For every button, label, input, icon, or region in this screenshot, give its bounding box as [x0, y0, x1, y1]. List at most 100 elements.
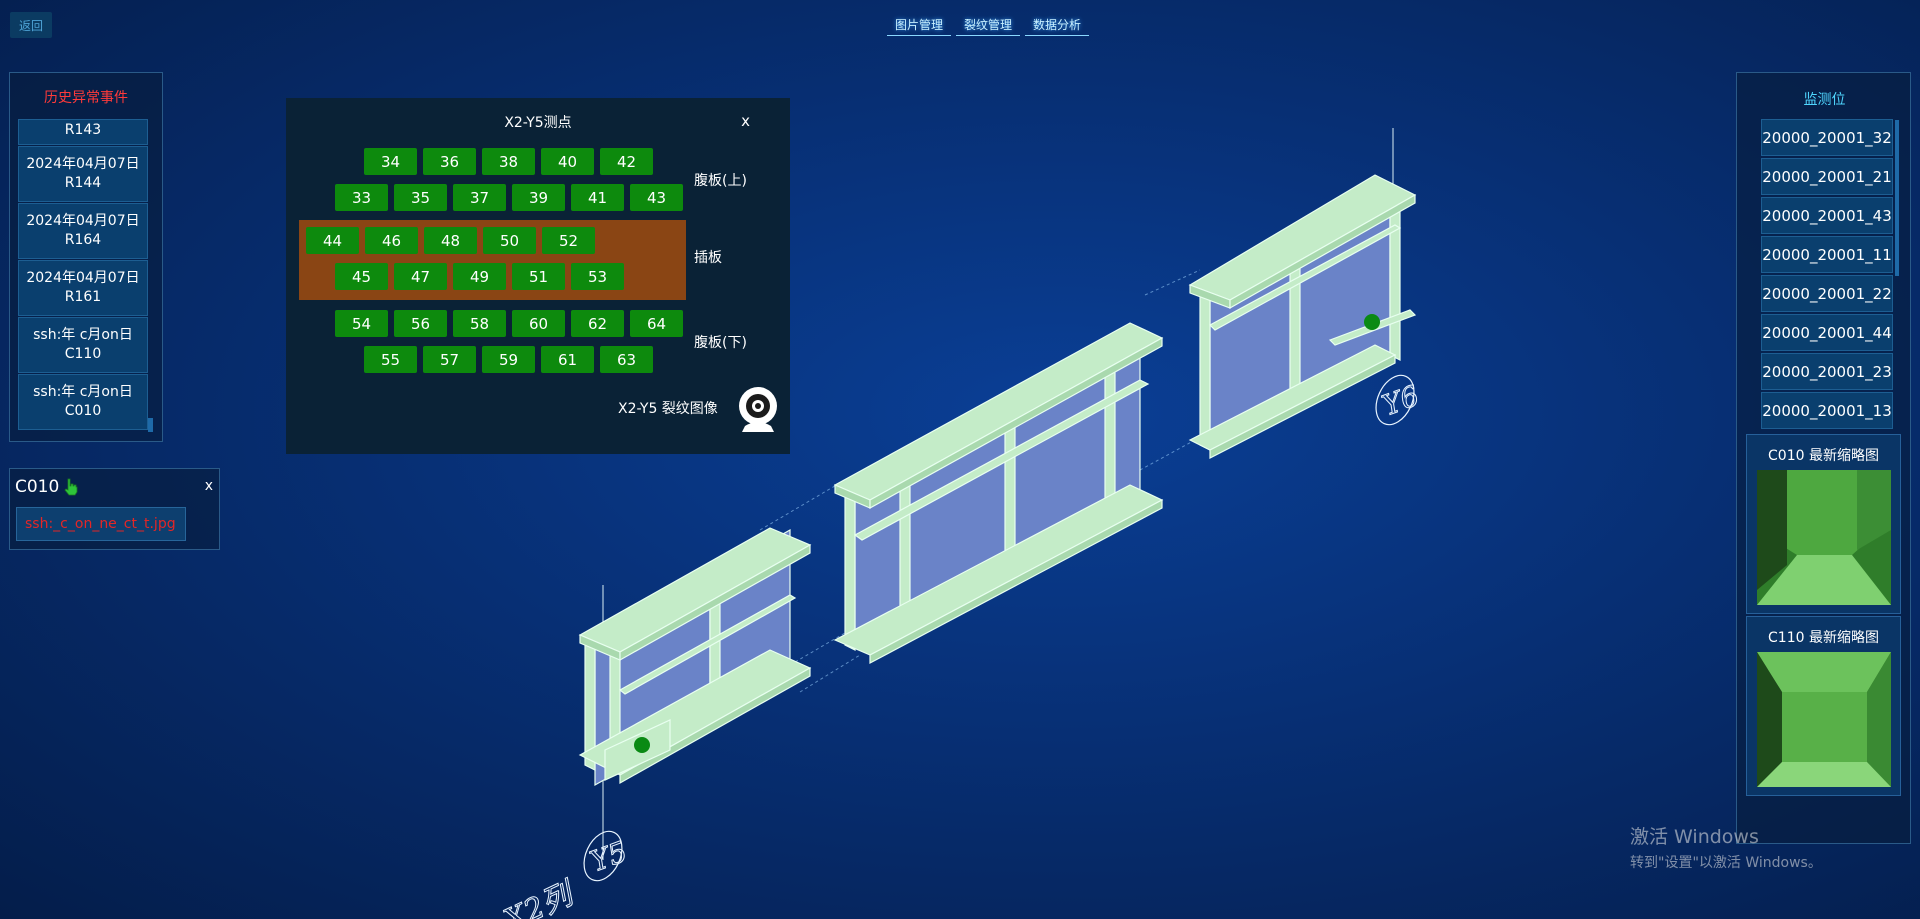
history-item[interactable]: 2024年04月07日 R161: [18, 260, 148, 316]
thumbnail-title: C110 最新缩略图: [1768, 630, 1879, 646]
measure-point[interactable]: 45: [335, 263, 388, 290]
measure-point[interactable]: 53: [571, 263, 624, 290]
file-link[interactable]: ssh:_c_on_ne_ct_t.jpg: [16, 507, 186, 541]
monitor-item[interactable]: 20000_20001_32: [1761, 119, 1893, 156]
lower-web-row-1: 54 56 58 60 62 64: [335, 310, 683, 337]
measure-point[interactable]: 38: [482, 148, 535, 175]
thumbnail-card-c010[interactable]: C010 最新缩略图: [1746, 434, 1901, 614]
selected-point-label: C010: [15, 477, 60, 497]
popup-title: X2-Y5测点: [504, 115, 572, 131]
upper-web-row-1: 34 36 38 40 42: [364, 148, 653, 175]
thumbnail-card-c110[interactable]: C110 最新缩略图: [1746, 616, 1901, 796]
web-lower-label: 腹板(下): [694, 335, 747, 351]
module-right: [1188, 174, 1417, 459]
measure-point[interactable]: 39: [512, 184, 565, 211]
monitor-item[interactable]: 20000_20001_23: [1761, 353, 1893, 390]
web-upper-label: 腹板(上): [694, 173, 747, 189]
measure-point[interactable]: 40: [541, 148, 594, 175]
history-item-code: R164: [64, 232, 102, 248]
measure-point[interactable]: 41: [571, 184, 624, 211]
lower-web-row-2: 55 57 59 61 63: [364, 346, 653, 373]
monitor-item[interactable]: 20000_20001_21: [1761, 158, 1893, 195]
history-item-date: ssh:年 c月on日: [33, 327, 133, 343]
history-item[interactable]: ssh:年 c月on日 C110: [18, 317, 148, 373]
top-nav: 图片管理 裂纹管理 数据分析: [887, 16, 1090, 36]
measure-point[interactable]: 34: [364, 148, 417, 175]
measure-point[interactable]: 60: [512, 310, 565, 337]
measure-point[interactable]: 48: [424, 227, 477, 254]
history-item[interactable]: 2024年04月07日 R164: [18, 203, 148, 259]
measure-point[interactable]: 46: [365, 227, 418, 254]
history-title: 历史异常事件: [44, 90, 128, 106]
selected-point-title: C010: [15, 477, 79, 497]
measure-point[interactable]: 43: [630, 184, 683, 211]
close-button[interactable]: x: [741, 112, 750, 130]
measure-point[interactable]: 61: [541, 346, 594, 373]
monitor-item[interactable]: 20000_20001_13: [1761, 392, 1893, 429]
monitor-item[interactable]: 20000_20001_44: [1761, 314, 1893, 351]
history-item-date: 2024年04月07日: [26, 270, 140, 286]
measure-point[interactable]: 58: [453, 310, 506, 337]
measure-point[interactable]: 56: [394, 310, 447, 337]
history-item-date: 2024年04月07日: [26, 156, 140, 172]
history-item-code: R143: [64, 122, 102, 138]
measure-point[interactable]: 59: [482, 346, 535, 373]
history-item-date: ssh:年 c月on日: [33, 384, 133, 400]
history-item-code: R161: [64, 289, 102, 305]
measure-point[interactable]: 54: [335, 310, 388, 337]
measure-point[interactable]: 63: [600, 346, 653, 373]
monitor-item[interactable]: 20000_20001_11: [1761, 236, 1893, 273]
crack-image-label: X2-Y5 裂纹图像: [618, 401, 718, 417]
axis-label-x2: X2列: [497, 875, 581, 919]
measure-point[interactable]: 47: [394, 263, 447, 290]
measure-point-marker-y5: [634, 737, 650, 753]
webcam-icon[interactable]: [735, 386, 781, 434]
history-item[interactable]: 2024年04月07日 R144: [18, 146, 148, 202]
measure-point[interactable]: 37: [453, 184, 506, 211]
monitor-list[interactable]: 20000_20001_32 20000_20001_21 20000_2000…: [1761, 119, 1895, 435]
nav-crack-management[interactable]: 裂纹管理: [956, 16, 1021, 36]
watermark-line-1: 激活 Windows: [1630, 826, 1759, 848]
thumbnail-image: [1757, 470, 1891, 605]
measure-point[interactable]: 33: [335, 184, 388, 211]
monitor-item[interactable]: 20000_20001_22: [1761, 275, 1893, 312]
back-button[interactable]: 返回: [10, 12, 52, 38]
measure-point[interactable]: 51: [512, 263, 565, 290]
measure-point[interactable]: 36: [423, 148, 476, 175]
module-left: [578, 527, 812, 787]
measure-point-marker-y6: [1364, 314, 1380, 330]
measure-point[interactable]: 42: [600, 148, 653, 175]
watermark-line-2: 转到"设置"以激活 Windows。: [1630, 855, 1822, 871]
measure-point[interactable]: 35: [394, 184, 447, 211]
nav-image-management[interactable]: 图片管理: [887, 16, 952, 36]
history-item[interactable]: ssh:年 c月on日 C010: [18, 374, 148, 430]
history-item-code: C010: [64, 403, 102, 419]
history-item-code: C110: [64, 346, 102, 362]
measure-point[interactable]: 49: [453, 263, 506, 290]
hand-pointer-icon: [64, 478, 78, 496]
insert-label: 插板: [694, 250, 722, 266]
thumbnail-image: [1757, 652, 1891, 787]
nav-data-analysis[interactable]: 数据分析: [1025, 16, 1090, 36]
measure-point[interactable]: 57: [423, 346, 476, 373]
measure-point[interactable]: 44: [306, 227, 359, 254]
monitor-item[interactable]: 20000_20001_43: [1761, 197, 1893, 234]
measure-point[interactable]: 50: [483, 227, 536, 254]
thumbnail-title: C010 最新缩略图: [1768, 448, 1879, 464]
module-middle: [833, 322, 1164, 664]
measure-point[interactable]: 64: [630, 310, 683, 337]
monitor-scrollbar[interactable]: [1895, 120, 1899, 276]
history-item-code: R144: [64, 175, 102, 191]
monitor-title: 监测位: [1803, 92, 1846, 108]
history-scrollbar[interactable]: [148, 418, 153, 432]
history-item-date: 2024年04月07日: [26, 213, 140, 229]
history-item[interactable]: R143: [18, 119, 148, 145]
insert-row-2: 45 47 49 51 53: [335, 263, 624, 290]
history-list[interactable]: R143 2024年04月07日 R144 2024年04月07日 R164 2…: [18, 119, 150, 431]
measure-point[interactable]: 52: [542, 227, 595, 254]
upper-web-row-2: 33 35 37 39 41 43: [335, 184, 683, 211]
measure-point[interactable]: 55: [364, 346, 417, 373]
measure-point[interactable]: 62: [571, 310, 624, 337]
insert-row-1: 44 46 48 50 52: [306, 227, 595, 254]
close-button[interactable]: x: [205, 478, 213, 494]
